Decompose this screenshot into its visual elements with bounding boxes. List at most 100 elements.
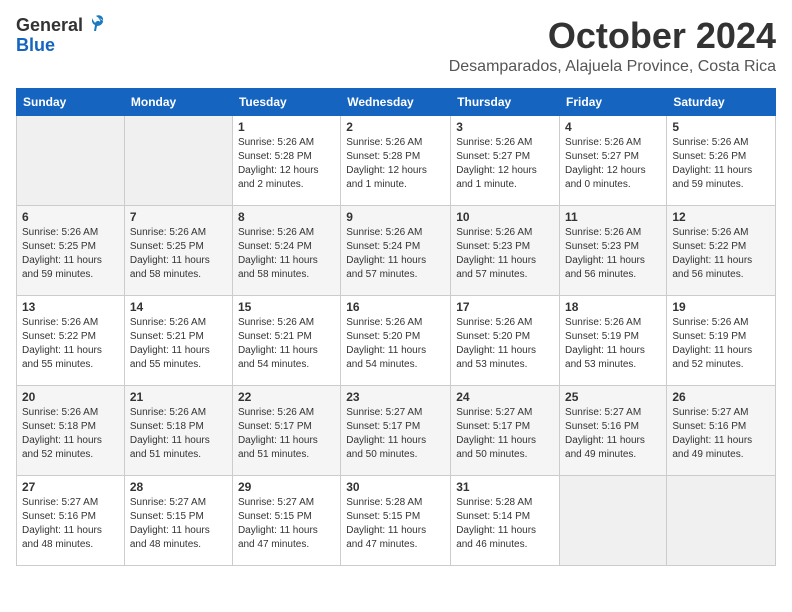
calendar-cell: 5Sunrise: 5:26 AM Sunset: 5:26 PM Daylig… bbox=[667, 115, 776, 205]
day-number: 19 bbox=[672, 300, 770, 314]
calendar-cell: 18 Sunrise: 5:26 AM Sunset: 5:19 PM Dayli… bbox=[560, 295, 667, 385]
calendar-cell: 6 Sunrise: 5:26 AM Sunset: 5:25 PM Daylig… bbox=[17, 205, 125, 295]
day-info: Sunrise: 5:26 AM Sunset: 5:20 PM Dayligh… bbox=[456, 316, 554, 372]
day-number: 12 bbox=[672, 210, 770, 224]
day-info: Sunrise: 5:26 AM Sunset: 5:18 PM Dayligh… bbox=[130, 406, 227, 462]
header-wednesday: Wednesday bbox=[341, 88, 451, 115]
day-number: 23 bbox=[346, 390, 445, 404]
calendar-cell bbox=[667, 475, 776, 565]
calendar-cell: 23 Sunrise: 5:27 AM Sunset: 5:17 PM Dayli… bbox=[341, 385, 451, 475]
calendar-cell: 28 Sunrise: 5:27 AM Sunset: 5:15 PM Dayli… bbox=[124, 475, 232, 565]
day-number: 30 bbox=[346, 480, 445, 494]
day-number: 14 bbox=[130, 300, 227, 314]
calendar-cell: 24 Sunrise: 5:27 AM Sunset: 5:17 PM Dayli… bbox=[451, 385, 560, 475]
day-info: Sunrise: 5:27 AM Sunset: 5:17 PM Dayligh… bbox=[346, 406, 445, 462]
page-header: General Blue October 2024 Desamparados, … bbox=[16, 16, 776, 76]
day-number: 25 bbox=[565, 390, 661, 404]
day-number: 5 bbox=[672, 120, 770, 134]
calendar-cell: 7 Sunrise: 5:26 AM Sunset: 5:25 PM Daylig… bbox=[124, 205, 232, 295]
day-number: 16 bbox=[346, 300, 445, 314]
day-number: 7 bbox=[130, 210, 227, 224]
calendar-cell: 15 Sunrise: 5:26 AM Sunset: 5:21 PM Dayli… bbox=[232, 295, 340, 385]
day-number: 15 bbox=[238, 300, 335, 314]
calendar-cell: 11 Sunrise: 5:26 AM Sunset: 5:23 PM Dayli… bbox=[560, 205, 667, 295]
calendar-cell: 1Sunrise: 5:26 AM Sunset: 5:28 PM Daylig… bbox=[232, 115, 340, 205]
calendar-cell bbox=[560, 475, 667, 565]
day-info: Sunrise: 5:26 AM Sunset: 5:19 PM Dayligh… bbox=[565, 316, 661, 372]
calendar-cell: 8 Sunrise: 5:26 AM Sunset: 5:24 PM Daylig… bbox=[232, 205, 340, 295]
logo-blue-text: Blue bbox=[16, 36, 55, 56]
day-number: 4 bbox=[565, 120, 661, 134]
calendar-cell: 19 Sunrise: 5:26 AM Sunset: 5:19 PM Dayli… bbox=[667, 295, 776, 385]
day-info: Sunrise: 5:26 AM Sunset: 5:17 PM Dayligh… bbox=[238, 406, 335, 462]
day-number: 8 bbox=[238, 210, 335, 224]
calendar-cell: 29 Sunrise: 5:27 AM Sunset: 5:15 PM Dayli… bbox=[232, 475, 340, 565]
header-sunday: Sunday bbox=[17, 88, 125, 115]
day-info: Sunrise: 5:27 AM Sunset: 5:16 PM Dayligh… bbox=[565, 406, 661, 462]
day-number: 17 bbox=[456, 300, 554, 314]
calendar-week-row: 27Sunrise: 5:27 AM Sunset: 5:16 PM Dayli… bbox=[17, 475, 776, 565]
calendar-cell: 27Sunrise: 5:27 AM Sunset: 5:16 PM Dayli… bbox=[17, 475, 125, 565]
day-info: Sunrise: 5:26 AM Sunset: 5:20 PM Dayligh… bbox=[346, 316, 445, 372]
logo-bird-icon bbox=[85, 13, 107, 35]
calendar-cell: 22Sunrise: 5:26 AM Sunset: 5:17 PM Dayli… bbox=[232, 385, 340, 475]
calendar-week-row: 20 Sunrise: 5:26 AM Sunset: 5:18 PM Dayli… bbox=[17, 385, 776, 475]
day-info: Sunrise: 5:26 AM Sunset: 5:23 PM Dayligh… bbox=[565, 226, 661, 282]
day-info: Sunrise: 5:26 AM Sunset: 5:18 PM Dayligh… bbox=[22, 406, 119, 462]
title-section: October 2024 Desamparados, Alajuela Prov… bbox=[449, 16, 776, 76]
logo-general-text: General bbox=[16, 16, 83, 36]
calendar-header-row: SundayMondayTuesdayWednesdayThursdayFrid… bbox=[17, 88, 776, 115]
header-friday: Friday bbox=[560, 88, 667, 115]
day-number: 29 bbox=[238, 480, 335, 494]
day-info: Sunrise: 5:26 AM Sunset: 5:21 PM Dayligh… bbox=[238, 316, 335, 372]
day-number: 18 bbox=[565, 300, 661, 314]
calendar-week-row: 1 Sunrise: 5:26 AM Sunset: 5:28 PM Daylig… bbox=[17, 115, 776, 205]
day-number: 3 bbox=[456, 120, 554, 134]
day-info: Sunrise: 5:26 AM Sunset: 5:19 PM Dayligh… bbox=[672, 316, 770, 372]
day-info: Sunrise: 5:26 AM Sunset: 5:25 PM Dayligh… bbox=[22, 226, 119, 282]
day-info: Sunrise: 5:27 AM Sunset: 5:17 PM Dayligh… bbox=[456, 406, 554, 462]
calendar-week-row: 6 Sunrise: 5:26 AM Sunset: 5:25 PM Daylig… bbox=[17, 205, 776, 295]
calendar-cell: 3 Sunrise: 5:26 AM Sunset: 5:27 PM Daylig… bbox=[451, 115, 560, 205]
day-info: Sunrise: 5:26 AM Sunset: 5:22 PM Dayligh… bbox=[22, 316, 119, 372]
header-monday: Monday bbox=[124, 88, 232, 115]
calendar-cell: 2 Sunrise: 5:26 AM Sunset: 5:28 PM Daylig… bbox=[341, 115, 451, 205]
header-thursday: Thursday bbox=[451, 88, 560, 115]
calendar-week-row: 13 Sunrise: 5:26 AM Sunset: 5:22 PM Dayli… bbox=[17, 295, 776, 385]
day-number: 6 bbox=[22, 210, 119, 224]
day-info: Sunrise: 5:27 AM Sunset: 5:15 PM Dayligh… bbox=[238, 496, 335, 552]
day-number: 24 bbox=[456, 390, 554, 404]
calendar-cell: 30 Sunrise: 5:28 AM Sunset: 5:15 PM Dayli… bbox=[341, 475, 451, 565]
day-number: 11 bbox=[565, 210, 661, 224]
day-number: 2 bbox=[346, 120, 445, 134]
day-number: 27 bbox=[22, 480, 119, 494]
calendar-cell: 10Sunrise: 5:26 AM Sunset: 5:23 PM Dayli… bbox=[451, 205, 560, 295]
calendar-cell: 16 Sunrise: 5:26 AM Sunset: 5:20 PM Dayli… bbox=[341, 295, 451, 385]
day-info: Sunrise: 5:28 AM Sunset: 5:14 PM Dayligh… bbox=[456, 496, 554, 552]
day-info: Sunrise: 5:27 AM Sunset: 5:16 PM Dayligh… bbox=[672, 406, 770, 462]
day-info: Sunrise: 5:26 AM Sunset: 5:21 PM Dayligh… bbox=[130, 316, 227, 372]
day-info: Sunrise: 5:26 AM Sunset: 5:24 PM Dayligh… bbox=[346, 226, 445, 282]
logo: General Blue bbox=[16, 16, 107, 56]
day-number: 13 bbox=[22, 300, 119, 314]
day-info: Sunrise: 5:26 AM Sunset: 5:24 PM Dayligh… bbox=[238, 226, 335, 282]
calendar-cell: 25 Sunrise: 5:27 AM Sunset: 5:16 PM Dayli… bbox=[560, 385, 667, 475]
calendar-cell: 20 Sunrise: 5:26 AM Sunset: 5:18 PM Dayli… bbox=[17, 385, 125, 475]
day-number: 20 bbox=[22, 390, 119, 404]
day-info: Sunrise: 5:26 AM Sunset: 5:28 PM Dayligh… bbox=[346, 136, 445, 192]
calendar-subtitle: Desamparados, Alajuela Province, Costa R… bbox=[449, 58, 776, 76]
day-number: 21 bbox=[130, 390, 227, 404]
header-tuesday: Tuesday bbox=[232, 88, 340, 115]
day-info: Sunrise: 5:26 AM Sunset: 5:27 PM Dayligh… bbox=[456, 136, 554, 192]
calendar-table: SundayMondayTuesdayWednesdayThursdayFrid… bbox=[16, 88, 776, 566]
calendar-cell bbox=[124, 115, 232, 205]
day-info: Sunrise: 5:27 AM Sunset: 5:15 PM Dayligh… bbox=[130, 496, 227, 552]
calendar-cell: 4 Sunrise: 5:26 AM Sunset: 5:27 PM Daylig… bbox=[560, 115, 667, 205]
day-info: Sunrise: 5:26 AM Sunset: 5:25 PM Dayligh… bbox=[130, 226, 227, 282]
day-info: Sunrise: 5:26 AM Sunset: 5:27 PM Dayligh… bbox=[565, 136, 661, 192]
day-number: 28 bbox=[130, 480, 227, 494]
day-info: Sunrise: 5:28 AM Sunset: 5:15 PM Dayligh… bbox=[346, 496, 445, 552]
day-number: 1 bbox=[238, 120, 335, 134]
day-number: 9 bbox=[346, 210, 445, 224]
calendar-cell: 12Sunrise: 5:26 AM Sunset: 5:22 PM Dayli… bbox=[667, 205, 776, 295]
